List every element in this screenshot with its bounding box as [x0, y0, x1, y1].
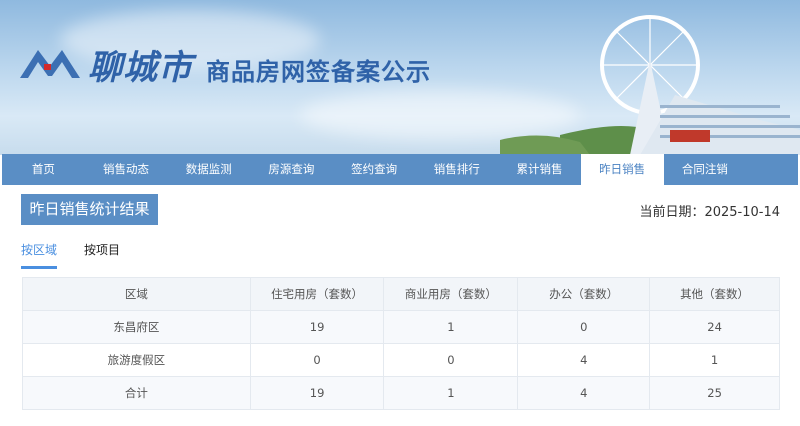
table-header-row: 区域 住宅用房（套数） 商业用房（套数） 办公（套数） 其他（套数） [22, 277, 780, 311]
header-commercial: 商业用房（套数） [383, 277, 519, 311]
cell: 1 [383, 310, 519, 344]
cell: 0 [383, 343, 519, 377]
cell: 东昌府区 [22, 310, 251, 344]
tab-by-project[interactable]: 按项目 [84, 241, 120, 258]
tab-by-district[interactable]: 按区域 [21, 241, 58, 269]
ferris-wheel-scene [500, 15, 800, 155]
cell: 旅游度假区 [22, 343, 251, 377]
nav-cumulative-sales[interactable]: 累计销售 [498, 154, 581, 185]
table-total-row: 合计 19 1 4 25 [22, 376, 780, 410]
nav-listing-query[interactable]: 房源查询 [250, 154, 333, 185]
header-other: 其他（套数） [649, 277, 780, 311]
nav-sales-news[interactable]: 销售动态 [85, 154, 168, 185]
header-banner: 聊城市 商品房网签备案公示 [0, 0, 800, 155]
cell: 1 [383, 376, 519, 410]
current-date: 当前日期：2025-10-14 [639, 205, 780, 220]
nav-contract-cancel[interactable]: 合同注销 [664, 154, 747, 185]
section-title: 昨日销售统计结果 [21, 194, 158, 225]
main-nav: 首页 销售动态 数据监测 房源查询 签约查询 销售排行 累计销售 昨日销售 合同… [2, 154, 798, 185]
sales-table: 区域 住宅用房（套数） 商业用房（套数） 办公（套数） 其他（套数） 东昌府区 1… [22, 277, 780, 410]
header-district: 区域 [22, 277, 251, 311]
nav-data-monitor[interactable]: 数据监测 [167, 154, 250, 185]
cell: 0 [517, 310, 651, 344]
nav-yesterday-sales[interactable]: 昨日销售 [580, 154, 664, 185]
header-residential: 住宅用房（套数） [249, 277, 385, 311]
city-name: 聊城市 [88, 48, 193, 88]
nav-sales-ranking[interactable]: 销售排行 [415, 154, 498, 185]
cell: 24 [649, 310, 780, 344]
cell: 1 [649, 343, 780, 377]
cell: 25 [649, 376, 780, 410]
header-office: 办公（套数） [517, 277, 651, 311]
cell: 4 [517, 376, 651, 410]
cell: 19 [249, 310, 385, 344]
cell: 19 [249, 376, 385, 410]
cell: 0 [249, 343, 385, 377]
nav-contract-query[interactable]: 签约查询 [333, 154, 416, 185]
logo-icon [20, 50, 80, 78]
table-row: 东昌府区 19 1 0 24 [22, 310, 780, 344]
table-row: 旅游度假区 0 0 4 1 [22, 343, 780, 377]
site-subtitle: 商品房网签备案公示 [206, 58, 431, 86]
nav-home[interactable]: 首页 [2, 154, 85, 185]
cell: 合计 [22, 376, 251, 410]
cell: 4 [517, 343, 651, 377]
